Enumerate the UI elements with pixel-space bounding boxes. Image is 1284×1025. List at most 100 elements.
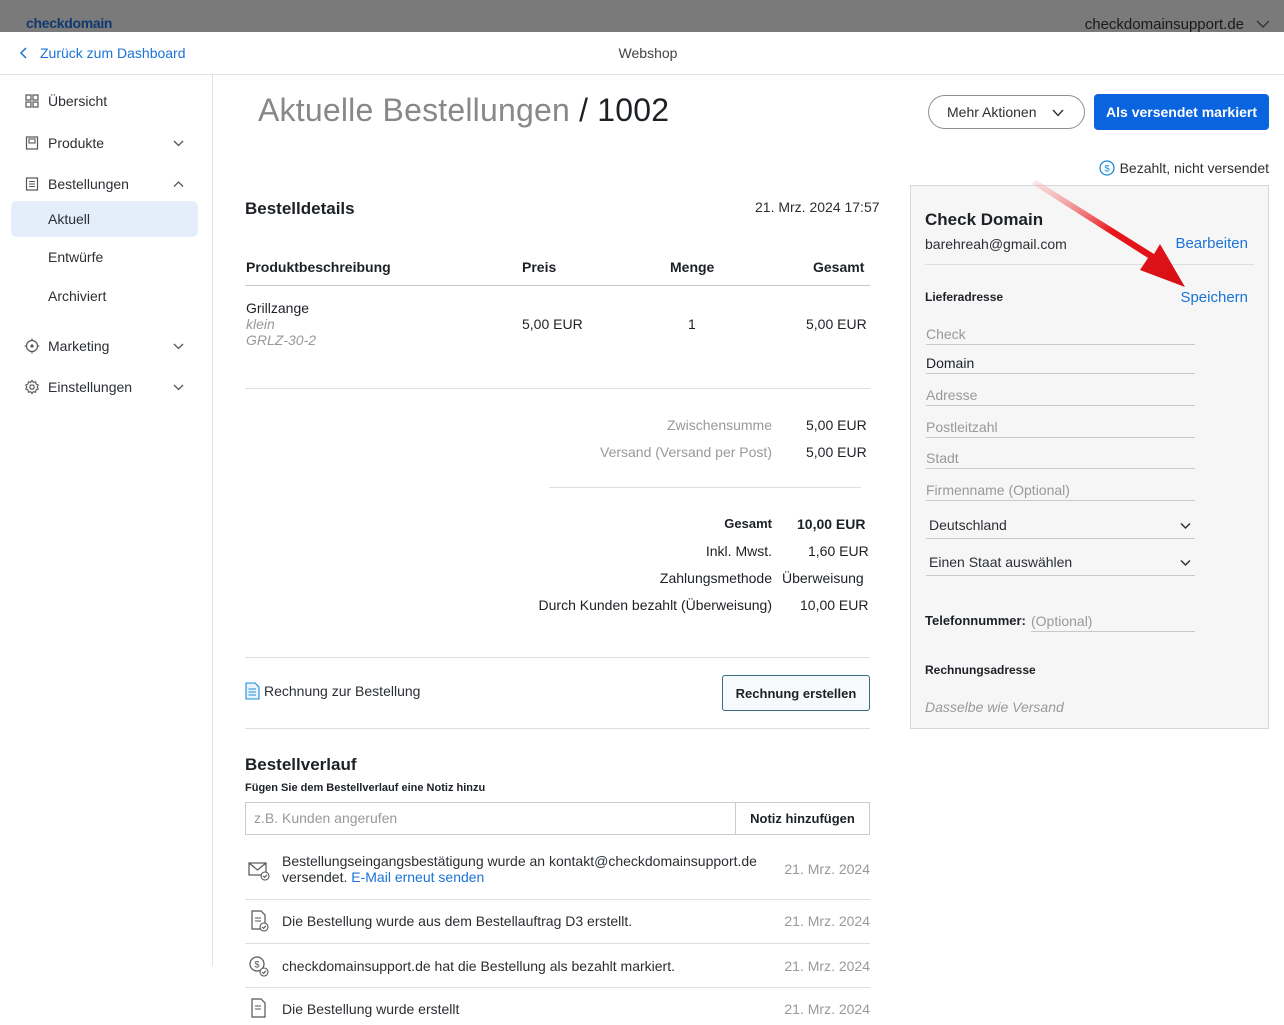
- shipping-address-title: Lieferadresse: [925, 290, 1004, 304]
- divider: [245, 388, 870, 389]
- total-value: 10,00 EUR: [797, 516, 866, 532]
- sidebar-item-settings[interactable]: Einstellungen: [11, 369, 198, 405]
- sidebar-item-label: Marketing: [48, 338, 110, 354]
- product-icon: [25, 136, 39, 150]
- invoice-label: Rechnung zur Bestellung: [264, 683, 421, 699]
- chevron-down-icon[interactable]: [1256, 17, 1270, 31]
- sidebar-item-label: Bestellungen: [48, 176, 129, 192]
- title-section[interactable]: Aktuelle Bestellungen: [258, 92, 570, 128]
- mail-check-icon: [248, 862, 270, 881]
- history-text: Die Bestellung wurde aus dem Bestellauft…: [282, 913, 633, 929]
- history-date: 21. Mrz. 2024: [784, 861, 870, 877]
- history-title: Bestellverlauf: [245, 755, 357, 774]
- list-icon: [25, 177, 39, 191]
- dollar-circle-icon: $: [1098, 160, 1115, 176]
- divider: [245, 943, 870, 944]
- address-field[interactable]: Adresse: [926, 387, 1195, 406]
- title-separator: /: [579, 92, 589, 128]
- sidebar-item-label: Aktuell: [48, 211, 91, 227]
- history-text: Bestellungseingangsbestätigung wurde an …: [282, 853, 757, 869]
- sidebar-item-label: Entwürfe: [48, 249, 104, 265]
- order-status-label: Bezahlt, nicht versendet: [1119, 160, 1269, 176]
- chevron-down-icon: [173, 140, 184, 147]
- subtotal-label: Zwischensumme: [666, 417, 772, 433]
- svg-text:$: $: [1104, 164, 1110, 175]
- zip-field[interactable]: Postleitzahl: [926, 419, 1195, 438]
- mark-shipped-button[interactable]: Als versendet markiert: [1094, 94, 1269, 130]
- column-header-quantity: Menge: [670, 259, 715, 275]
- divider: [245, 657, 870, 658]
- paid-label: Durch Kunden bezahlt (Überweisung): [538, 597, 772, 613]
- annotation-arrow-icon: [1032, 180, 1185, 287]
- paid-value: 10,00 EUR: [800, 597, 869, 613]
- note-label: Fügen Sie dem Bestellverlauf eine Notiz …: [245, 782, 486, 794]
- sidebar-item-drafts[interactable]: Entwürfe: [11, 239, 198, 275]
- sidebar-item-label: Produkte: [48, 135, 105, 151]
- order-details-title: Bestelldetails: [245, 199, 355, 218]
- divider: [245, 987, 870, 988]
- app-header: Zurück zum Dashboard Webshop: [0, 32, 1284, 75]
- grid-icon: [25, 94, 39, 108]
- resend-email-link[interactable]: E-Mail erneut senden: [351, 869, 484, 885]
- sidebar-item-current[interactable]: Aktuell: [11, 201, 198, 237]
- create-invoice-button[interactable]: Rechnung erstellen: [722, 675, 870, 711]
- sidebar-item-orders[interactable]: Bestellungen: [11, 166, 198, 202]
- order-date: 21. Mrz. 2024 17:57: [755, 199, 880, 215]
- column-header-price: Preis: [522, 259, 557, 275]
- chevron-down-icon: [1180, 522, 1191, 530]
- column-header-description: Produktbeschreibung: [246, 259, 391, 275]
- history-date: 21. Mrz. 2024: [784, 913, 870, 929]
- document-icon: [245, 682, 260, 700]
- divider: [245, 728, 870, 729]
- gear-icon: [25, 379, 39, 395]
- last-name-field[interactable]: Domain: [926, 355, 1195, 374]
- product-sku: GRLZ-30-2: [246, 332, 317, 348]
- sidebar-item-archived[interactable]: Archiviert: [11, 278, 198, 314]
- document-icon: [251, 998, 266, 1018]
- customer-name: Check Domain: [925, 210, 1044, 229]
- history-text: checkdomainsupport.de hat die Bestellung…: [282, 958, 675, 974]
- sidebar: Übersicht Produkte Bestellungen Aktuell …: [0, 75, 213, 966]
- city-field[interactable]: Stadt: [926, 450, 1195, 469]
- sidebar-item-products[interactable]: Produkte: [11, 125, 198, 161]
- product-price: 5,00 EUR: [522, 316, 583, 332]
- svg-text:$: $: [254, 960, 259, 970]
- sidebar-item-label: Übersicht: [48, 93, 108, 109]
- page-name: Webshop: [618, 45, 678, 61]
- document-check-icon: [251, 910, 269, 932]
- sidebar-item-overview[interactable]: Übersicht: [11, 83, 198, 119]
- note-input[interactable]: z.B. Kunden angerufen: [245, 802, 736, 835]
- state-select[interactable]: Einen Staat auswählen: [926, 548, 1195, 576]
- country-select[interactable]: Deutschland: [926, 511, 1195, 539]
- payment-check-icon: $: [249, 956, 269, 977]
- sidebar-item-label: Einstellungen: [48, 379, 133, 395]
- chevron-down-icon: [1180, 559, 1191, 567]
- sidebar-item-marketing[interactable]: Marketing: [11, 328, 198, 364]
- history-text: versendet.: [282, 869, 348, 885]
- checkdomain-logo[interactable]: checkdomain: [26, 15, 112, 31]
- product-name[interactable]: Grillzange: [246, 300, 309, 316]
- history-entry: Die Bestellung wurde aus dem Bestellauft…: [245, 910, 870, 937]
- divider: [245, 899, 870, 900]
- company-field[interactable]: Firmenname (Optional): [926, 482, 1195, 501]
- total-label: Gesamt: [724, 516, 772, 531]
- account-menu[interactable]: checkdomainsupport.de: [1085, 16, 1244, 33]
- first-name-field[interactable]: Check: [926, 326, 1195, 345]
- product-variant: klein: [246, 316, 275, 332]
- subtotal-value: 5,00 EUR: [806, 417, 867, 433]
- tax-value: 1,60 EUR: [808, 543, 869, 559]
- history-entry: $ checkdomainsupport.de hat die Bestellu…: [245, 956, 870, 982]
- add-note-button[interactable]: Notiz hinzufügen: [735, 802, 870, 835]
- chevron-up-icon: [173, 181, 184, 187]
- history-entry: Die Bestellung wurde erstellt 21. Mrz. 2…: [245, 998, 870, 1025]
- phone-label: Telefonnummer:: [925, 613, 1026, 628]
- product-quantity: 1: [688, 316, 696, 332]
- table-divider: [245, 285, 870, 286]
- product-total: 5,00 EUR: [806, 316, 867, 332]
- phone-field[interactable]: (Optional): [1031, 613, 1195, 632]
- sidebar-item-label: Archiviert: [48, 288, 107, 304]
- chevron-down-icon: [1052, 109, 1064, 117]
- more-actions-button[interactable]: Mehr Aktionen: [928, 95, 1085, 129]
- state-value: Einen Staat auswählen: [929, 554, 1073, 570]
- chevron-down-icon: [173, 384, 184, 391]
